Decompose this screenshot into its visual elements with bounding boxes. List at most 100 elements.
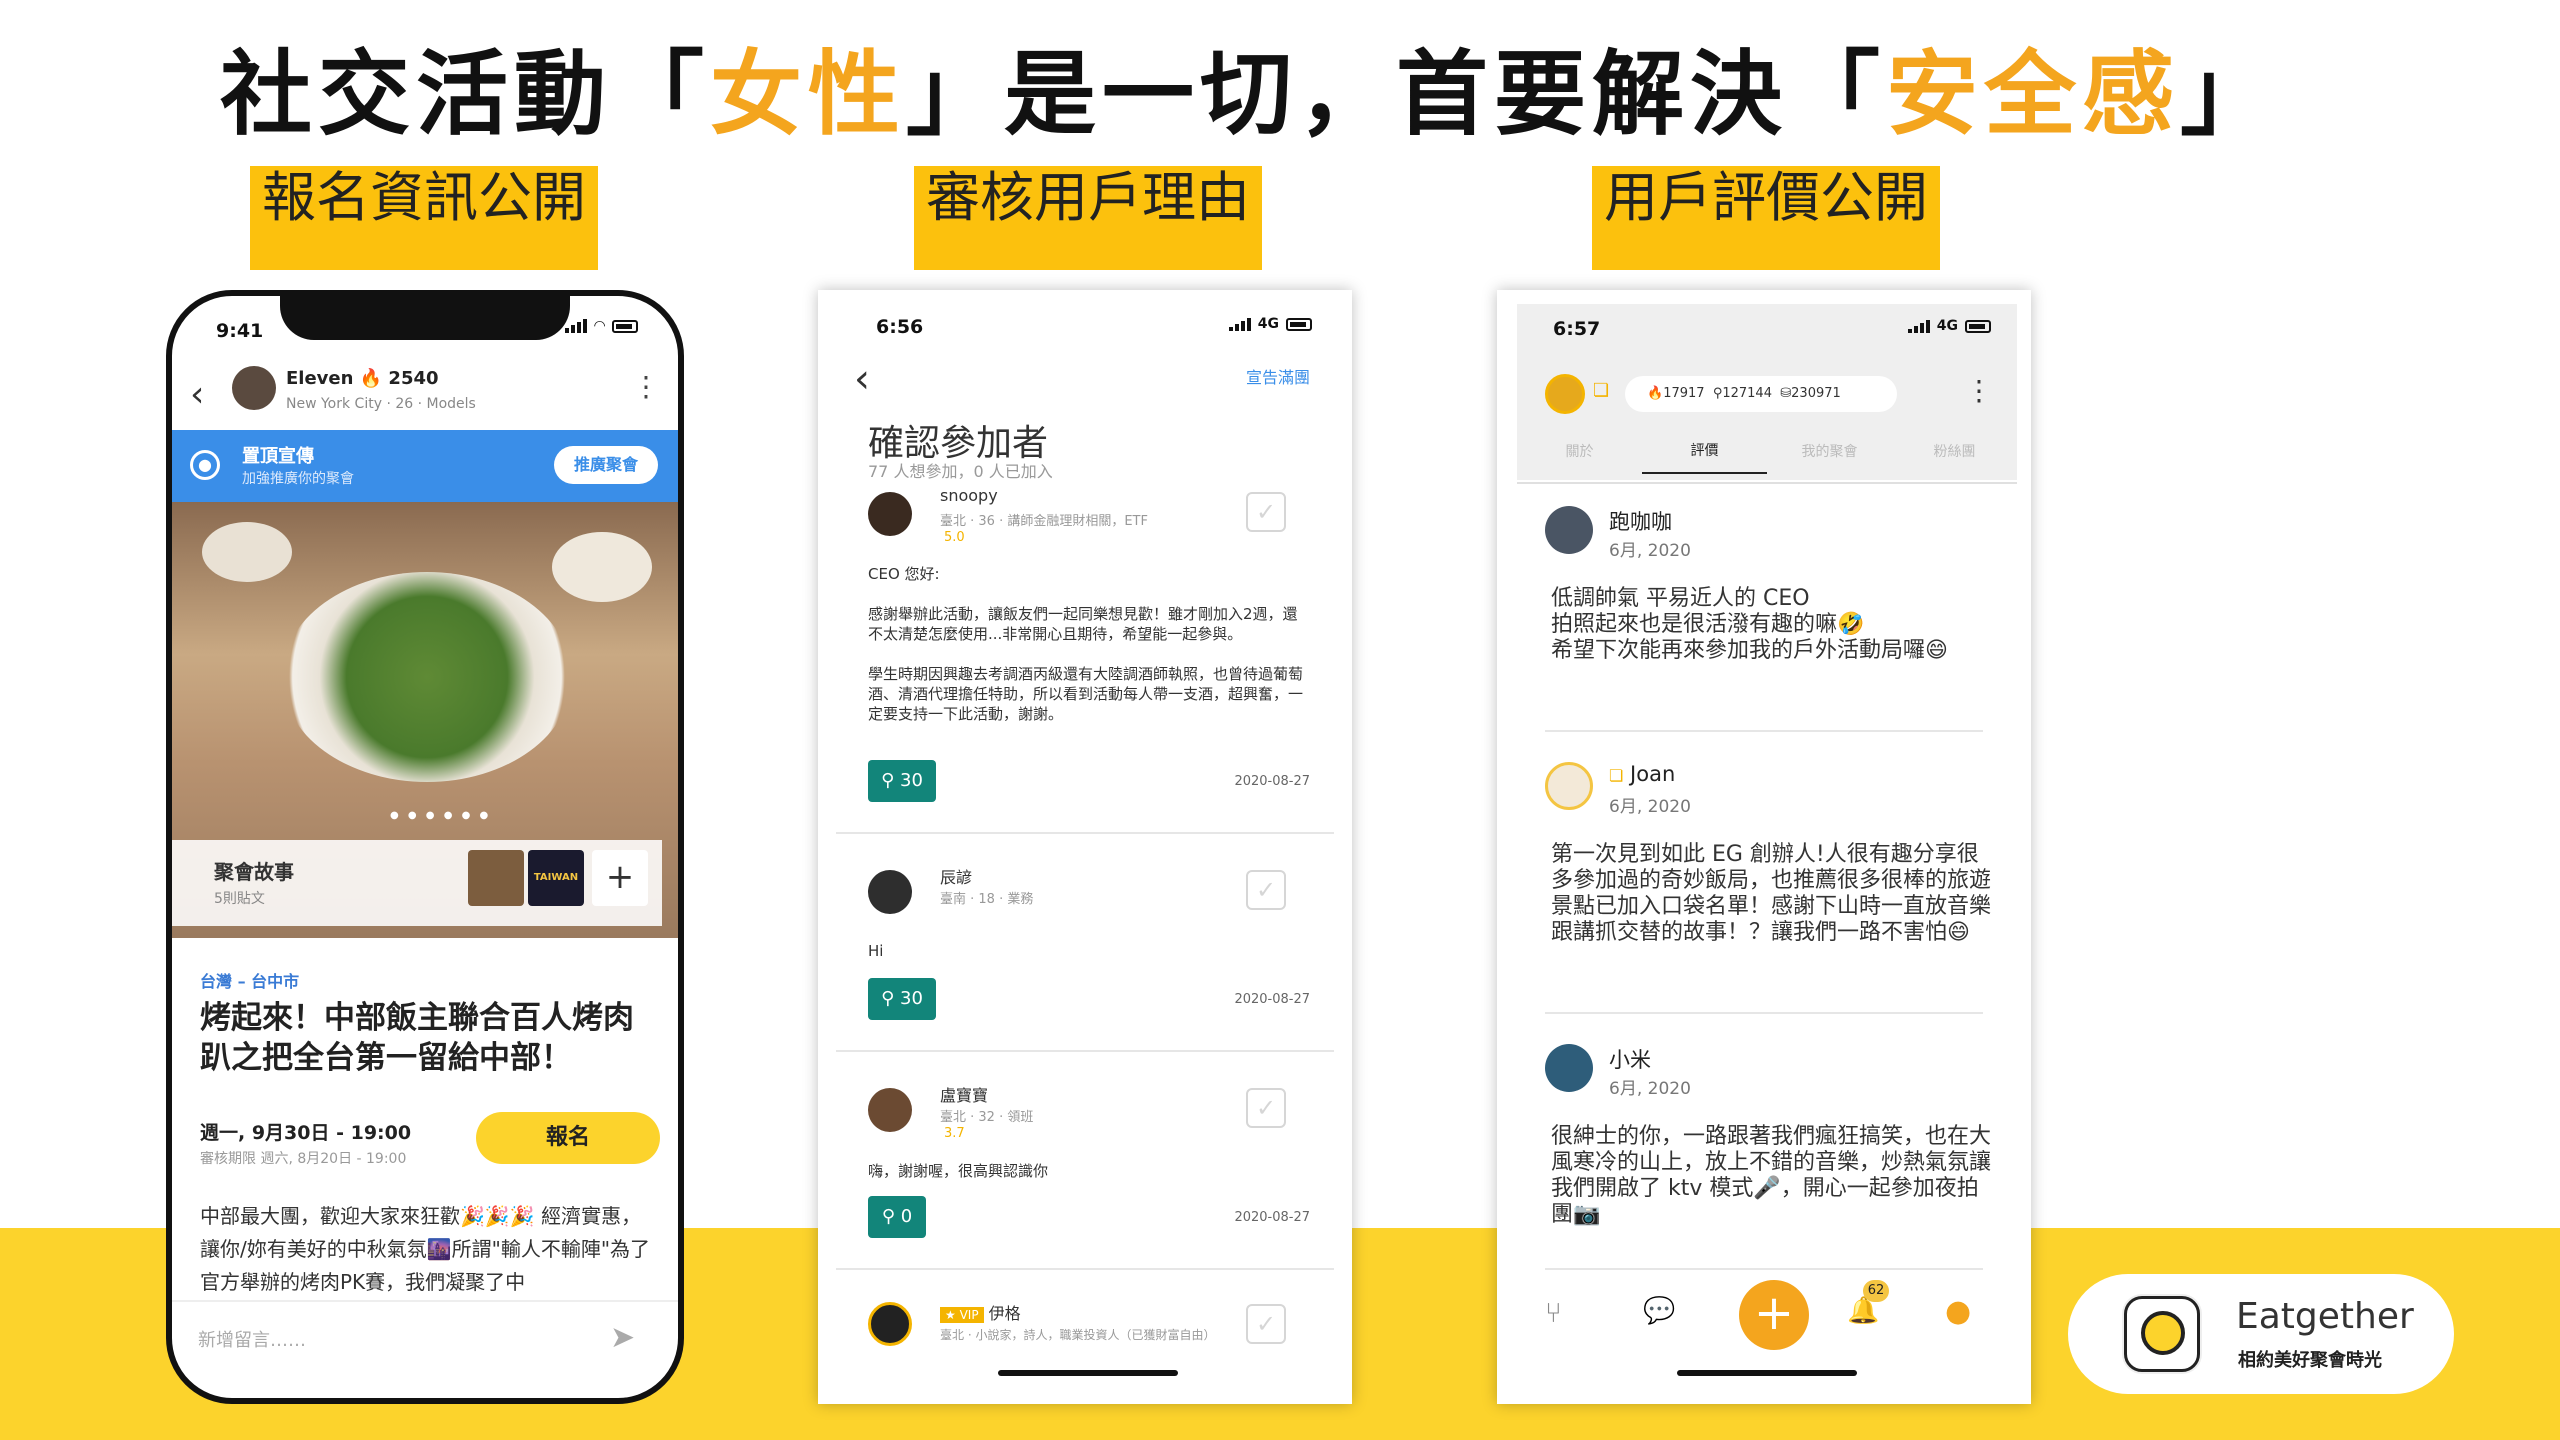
brand-badge: Eatgether 相約美好聚會時光 xyxy=(2068,1274,2454,1394)
people-icon: ⛁ xyxy=(1780,386,1792,401)
applicant-name: 伊格 xyxy=(988,1304,1021,1323)
applicant-message: 嗨，謝謝喔，很高興認識你 xyxy=(868,1162,1049,1180)
back-icon[interactable]: ‹ xyxy=(854,356,870,402)
tag-registration-public: 報名資訊公開 xyxy=(250,166,598,270)
applicant-name: snoopy xyxy=(940,486,998,505)
headline-highlight-security: 安全感 xyxy=(1886,41,2181,148)
stat-fire: 17917 xyxy=(1663,386,1705,401)
bottom-nav: ⑂ 💬 + 🔔 62 ● xyxy=(1517,1276,2017,1364)
signal-icon xyxy=(565,319,588,333)
reviewer-avatar[interactable] xyxy=(1545,762,1593,810)
stat-people: 230971 xyxy=(1791,386,1841,401)
add-story-icon[interactable]: + xyxy=(592,850,648,906)
story-thumbnail-2[interactable]: TAIWAN xyxy=(528,850,584,906)
divider xyxy=(1545,1268,1983,1270)
send-icon[interactable]: ➤ xyxy=(610,1320,635,1355)
phone-notch xyxy=(280,296,570,340)
applicant-avatar[interactable] xyxy=(868,492,912,536)
phone-event-detail: 9:41 ◠ ‹ Eleven 🔥 2540 New York City · 2… xyxy=(166,290,684,1404)
event-photo[interactable]: ● ● ● ● ● ● 聚會故事 5則貼文 TAIWAN + xyxy=(172,502,678,938)
likes-button[interactable]: ⚲ 0 xyxy=(868,1196,926,1238)
home-indicator xyxy=(1677,1370,1857,1376)
host-name-row[interactable]: Eleven 🔥 2540 xyxy=(286,368,439,389)
notification-badge: 62 xyxy=(1863,1280,1889,1302)
more-menu-icon[interactable]: ⋮ xyxy=(632,370,660,403)
divider xyxy=(1517,482,2017,484)
event-title: 烤起來！中部飯主聯合百人烤肉趴之把全台第一留給中部！ xyxy=(200,1000,634,1076)
applicant-name: 辰諺 xyxy=(940,868,973,887)
host-score: 2540 xyxy=(388,368,439,389)
slide: 社交活動「女性」是一切，首要解決「安全感」 報名資訊公開 審核用戶理由 用戶評價… xyxy=(0,0,2560,1440)
story-thumbnail-1[interactable] xyxy=(468,850,524,906)
divider xyxy=(836,832,1334,834)
profile-tabs: 關於 評價 我的聚會 粉絲團 xyxy=(1517,430,2017,474)
vip-badge: ★ VIP xyxy=(940,1307,984,1323)
approve-checkbox[interactable]: ✓ xyxy=(1246,492,1286,532)
vip-label: VIP xyxy=(959,1308,979,1322)
phone-user-reviews: 6:57 4G ❏ 🔥17917 ⚲127144 ⛁230971 ⋮ 關於 評價… xyxy=(1497,290,2031,1404)
applicant-avatar[interactable] xyxy=(868,1088,912,1132)
fire-icon: 🔥 xyxy=(1647,386,1664,401)
approve-checkbox[interactable]: ✓ xyxy=(1246,1088,1286,1128)
chat-icon[interactable]: 💬 xyxy=(1643,1296,1675,1326)
tab-my-events[interactable]: 我的聚會 xyxy=(1767,430,1892,474)
reviewer-avatar[interactable] xyxy=(1545,1044,1593,1092)
applicant-rating: 5.0 xyxy=(944,530,965,545)
divider xyxy=(1545,730,1983,732)
salad-bowl xyxy=(282,572,572,782)
network-label: 4G xyxy=(1936,318,1958,334)
review-text: 第一次見到如此 EG 創辦人!人很有趣分享很多參加過的奇妙飯局，也推薦很多很棒的… xyxy=(1551,842,1992,945)
approve-checkbox[interactable]: ✓ xyxy=(1246,1304,1286,1344)
page-subtitle: 77 人想參加，0 人已加入 xyxy=(868,462,1053,481)
side-dish-2 xyxy=(552,532,652,602)
tab-fan-club[interactable]: 粉絲團 xyxy=(1892,430,2017,474)
carousel-dots[interactable]: ● ● ● ● ● ● xyxy=(390,810,491,821)
host-avatar[interactable] xyxy=(232,366,276,410)
profile-avatar[interactable] xyxy=(1545,374,1585,414)
event-location[interactable]: 台灣 – 台中市 xyxy=(200,968,299,992)
story-bar[interactable]: 聚會故事 5則貼文 TAIWAN + xyxy=(172,840,662,926)
fork-knife-icon[interactable]: ⑂ xyxy=(1545,1296,1562,1329)
side-dish xyxy=(202,522,292,582)
host-name: Eleven xyxy=(286,368,354,389)
approve-checkbox[interactable]: ✓ xyxy=(1246,870,1286,910)
story-title: 聚會故事 xyxy=(214,860,294,884)
tab-about[interactable]: 關於 xyxy=(1517,430,1642,474)
reviewer-name: 小米 xyxy=(1609,1048,1651,1072)
status-time: 6:56 xyxy=(876,316,924,338)
app-logo xyxy=(2124,1296,2200,1372)
promote-event-button[interactable]: 推廣聚會 xyxy=(554,446,658,484)
register-button[interactable]: 報名 xyxy=(476,1112,660,1164)
signal-icon xyxy=(1907,319,1930,333)
reviewer-avatar[interactable] xyxy=(1545,506,1593,554)
applicant-meta: 臺北 · 36 · 講師金融理財相關，ETF xyxy=(940,514,1148,529)
home-indicator xyxy=(998,1370,1178,1376)
comment-input[interactable]: 新增留言…… xyxy=(198,1326,306,1352)
applicant-meta: 臺南 · 18 · 業務 xyxy=(940,892,1034,907)
tab-reviews[interactable]: 評價 xyxy=(1642,430,1767,474)
wifi-icon: ◠ xyxy=(594,318,605,334)
divider xyxy=(836,1050,1334,1052)
status-icons: ◠ xyxy=(565,318,638,334)
applicant-avatar[interactable] xyxy=(868,1302,912,1346)
create-event-button[interactable]: + xyxy=(1739,1280,1809,1350)
applicant-avatar[interactable] xyxy=(868,870,912,914)
brand-name: Eatgether xyxy=(2236,1296,2414,1337)
likes-button[interactable]: ⚲ 30 xyxy=(868,978,936,1020)
bookmark-icon[interactable]: ❏ xyxy=(1593,380,1609,401)
headline-part3: 」 xyxy=(2180,41,2279,148)
like-icon: ⚲ xyxy=(1712,386,1723,401)
announce-full-button[interactable]: 宣告滿團 xyxy=(1246,364,1310,388)
likes-button[interactable]: ⚲ 30 xyxy=(868,760,936,802)
likes-count: 0 xyxy=(900,1206,913,1227)
reviewer-name: 跑咖咖 xyxy=(1609,510,1672,534)
story-count: 5則貼文 xyxy=(214,891,265,907)
more-menu-icon[interactable]: ⋮ xyxy=(1965,374,1993,407)
review-deadline: 審核期限 週六, 8月20日 - 19:00 xyxy=(200,1151,407,1167)
status-time: 6:57 xyxy=(1553,318,1601,340)
status-time: 9:41 xyxy=(216,320,264,342)
reviewer-name: Joan xyxy=(1630,762,1676,786)
profile-icon[interactable]: ● xyxy=(1945,1294,1971,1329)
back-icon[interactable]: ‹ xyxy=(190,374,204,415)
applicant-meta: 臺北 · 32 · 領班 xyxy=(940,1110,1034,1125)
